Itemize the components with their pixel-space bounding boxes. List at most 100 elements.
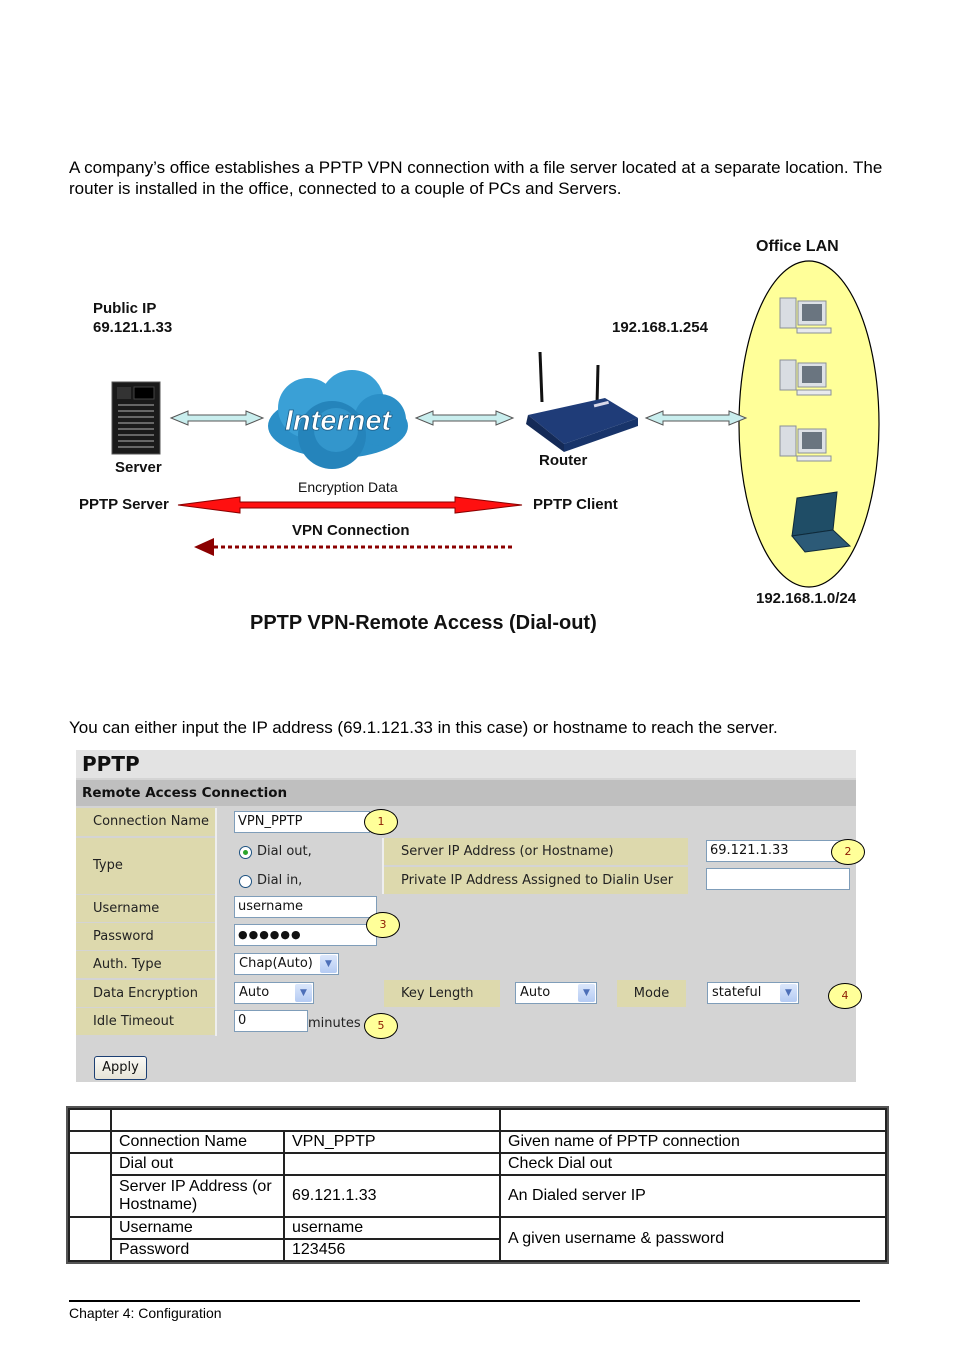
- server-ip-label: Server IP Address (or Hostname): [384, 838, 688, 865]
- office-lan-label: Office LAN: [756, 238, 839, 255]
- diagram-graphics: Internet: [111, 260, 880, 588]
- table-header-row: [68, 1108, 887, 1132]
- server-label: Server: [115, 459, 162, 476]
- connection-name-input[interactable]: VPN_PPTP: [234, 811, 370, 833]
- pptp-form: PPTP Remote Access Connection Connection…: [76, 750, 865, 1082]
- auth-type-select[interactable]: Chap(Auto) ▼: [234, 953, 339, 975]
- network-diagram: Internet Public IP 69.121.1.33 Server PP…: [60, 230, 900, 650]
- dial-in-label[interactable]: Dial in,: [257, 867, 302, 894]
- callout-1: 1: [364, 809, 398, 835]
- footer-divider: [69, 1300, 860, 1302]
- connection-name-label: Connection Name: [76, 808, 215, 836]
- intro-paragraph: A company’s office establishes a PPTP VP…: [69, 158, 883, 198]
- data-encryption-select[interactable]: Auto ▼: [234, 982, 314, 1004]
- table-row: Dial out Check Dial out: [68, 1152, 887, 1218]
- pc-icon: [779, 359, 832, 396]
- encryption-data-label: Encryption Data: [298, 479, 398, 495]
- field-cell: Connection Name: [110, 1130, 285, 1154]
- callout-3: 3: [366, 912, 400, 938]
- mode-label: Mode: [617, 980, 686, 1007]
- server-icon: [111, 381, 161, 455]
- public-ip-value: 69.121.1.33: [93, 319, 173, 336]
- form-section-title: Remote Access Connection: [76, 780, 856, 806]
- vpn-arrowhead: [194, 538, 214, 556]
- lan-subnet-label: 192.168.1.0/24: [756, 590, 857, 607]
- field-cell: Dial out: [110, 1152, 285, 1176]
- vpn-connection-label: VPN Connection: [292, 522, 410, 539]
- auth-type-label: Auth. Type: [76, 951, 215, 978]
- diagram-title: PPTP VPN-Remote Access (Dial-out): [250, 612, 597, 634]
- mode-select[interactable]: stateful ▼: [707, 982, 799, 1004]
- footer-chapter: Chapter 4: Configuration: [69, 1305, 222, 1321]
- password-label: Password: [76, 923, 215, 950]
- idle-timeout-unit: minutes: [308, 1016, 361, 1031]
- field-cell: Username: [110, 1216, 285, 1240]
- form-title: PPTP: [76, 750, 856, 778]
- dial-out-radio[interactable]: [239, 846, 252, 859]
- internet-label: Internet: [285, 405, 393, 437]
- idle-timeout-input[interactable]: 0: [234, 1010, 308, 1032]
- header-cell: [68, 1108, 112, 1132]
- internet-router-arrow: [414, 410, 515, 426]
- row-number: [68, 1130, 112, 1154]
- router-icon: [526, 351, 638, 452]
- value-cell: [283, 1152, 501, 1176]
- desc-cell: A given username & password: [499, 1216, 887, 1262]
- auth-type-value: Chap(Auto): [239, 956, 313, 971]
- chevron-down-icon: ▼: [578, 984, 595, 1002]
- router-ip-label: 192.168.1.254: [612, 319, 708, 336]
- key-length-label: Key Length: [384, 980, 500, 1007]
- pptp-server-label: PPTP Server: [79, 496, 169, 513]
- username-input[interactable]: username: [234, 896, 377, 918]
- table-row: Server IP Address (or Hostname) 69.121.1…: [69, 1174, 887, 1218]
- pptp-client-label: PPTP Client: [533, 496, 618, 513]
- router-label: Router: [539, 452, 588, 469]
- value-cell: 69.121.1.33: [283, 1174, 501, 1218]
- field-cell: Server IP Address (or Hostname): [110, 1174, 285, 1218]
- type-label: Type: [76, 838, 215, 894]
- row-number: [68, 1216, 112, 1262]
- dial-in-radio[interactable]: [239, 875, 252, 888]
- callout-2: 2: [831, 839, 865, 865]
- column-divider: [382, 838, 384, 894]
- table-row: Username username A given username & pas…: [68, 1216, 887, 1262]
- header-cell: [499, 1108, 887, 1132]
- callout-4: 4: [828, 983, 862, 1009]
- hostname-note: You can either input the IP address (69.…: [69, 718, 778, 737]
- desc-cell: Check Dial out: [499, 1152, 887, 1176]
- router-lan-arrow: [644, 410, 748, 426]
- row-number: [68, 1152, 112, 1218]
- key-length-select[interactable]: Auto ▼: [515, 982, 597, 1004]
- username-label: Username: [76, 895, 215, 922]
- pc-icon: [779, 425, 832, 462]
- chevron-down-icon: ▼: [320, 955, 337, 973]
- value-cell: username: [283, 1216, 501, 1240]
- value-cell: VPN_PPTP: [283, 1130, 501, 1154]
- idle-timeout-label: Idle Timeout: [76, 1008, 215, 1035]
- header-cell: [110, 1108, 501, 1132]
- desc-cell: An Dialed server IP: [499, 1174, 887, 1218]
- password-input[interactable]: ●●●●●●: [234, 924, 377, 946]
- mode-value: stateful: [712, 985, 762, 1000]
- link-arrows: [169, 410, 748, 426]
- summary-table: Connection Name VPN_PPTP Given name of P…: [66, 1106, 889, 1264]
- data-encryption-label: Data Encryption: [76, 980, 215, 1007]
- apply-button[interactable]: Apply: [94, 1056, 147, 1080]
- desc-cell: Given name of PPTP connection: [499, 1130, 887, 1154]
- private-ip-label: Private IP Address Assigned to Dialin Us…: [384, 867, 688, 894]
- key-length-value: Auto: [520, 985, 551, 1000]
- public-ip-label: Public IP: [93, 300, 157, 317]
- server-internet-arrow: [169, 410, 265, 426]
- chevron-down-icon: ▼: [295, 984, 312, 1002]
- dial-out-label[interactable]: Dial out,: [257, 838, 312, 865]
- chevron-down-icon: ▼: [780, 984, 797, 1002]
- server-ip-input[interactable]: 69.121.1.33: [706, 840, 850, 862]
- table-row: Connection Name VPN_PPTP Given name of P…: [68, 1130, 887, 1154]
- private-ip-input[interactable]: [706, 868, 850, 890]
- column-divider: [215, 808, 217, 1036]
- data-encryption-value: Auto: [239, 985, 270, 1000]
- encryption-arrow: [177, 496, 523, 514]
- callout-5: 5: [364, 1013, 398, 1039]
- field-cell: Password: [110, 1238, 285, 1262]
- value-cell: 123456: [283, 1238, 501, 1262]
